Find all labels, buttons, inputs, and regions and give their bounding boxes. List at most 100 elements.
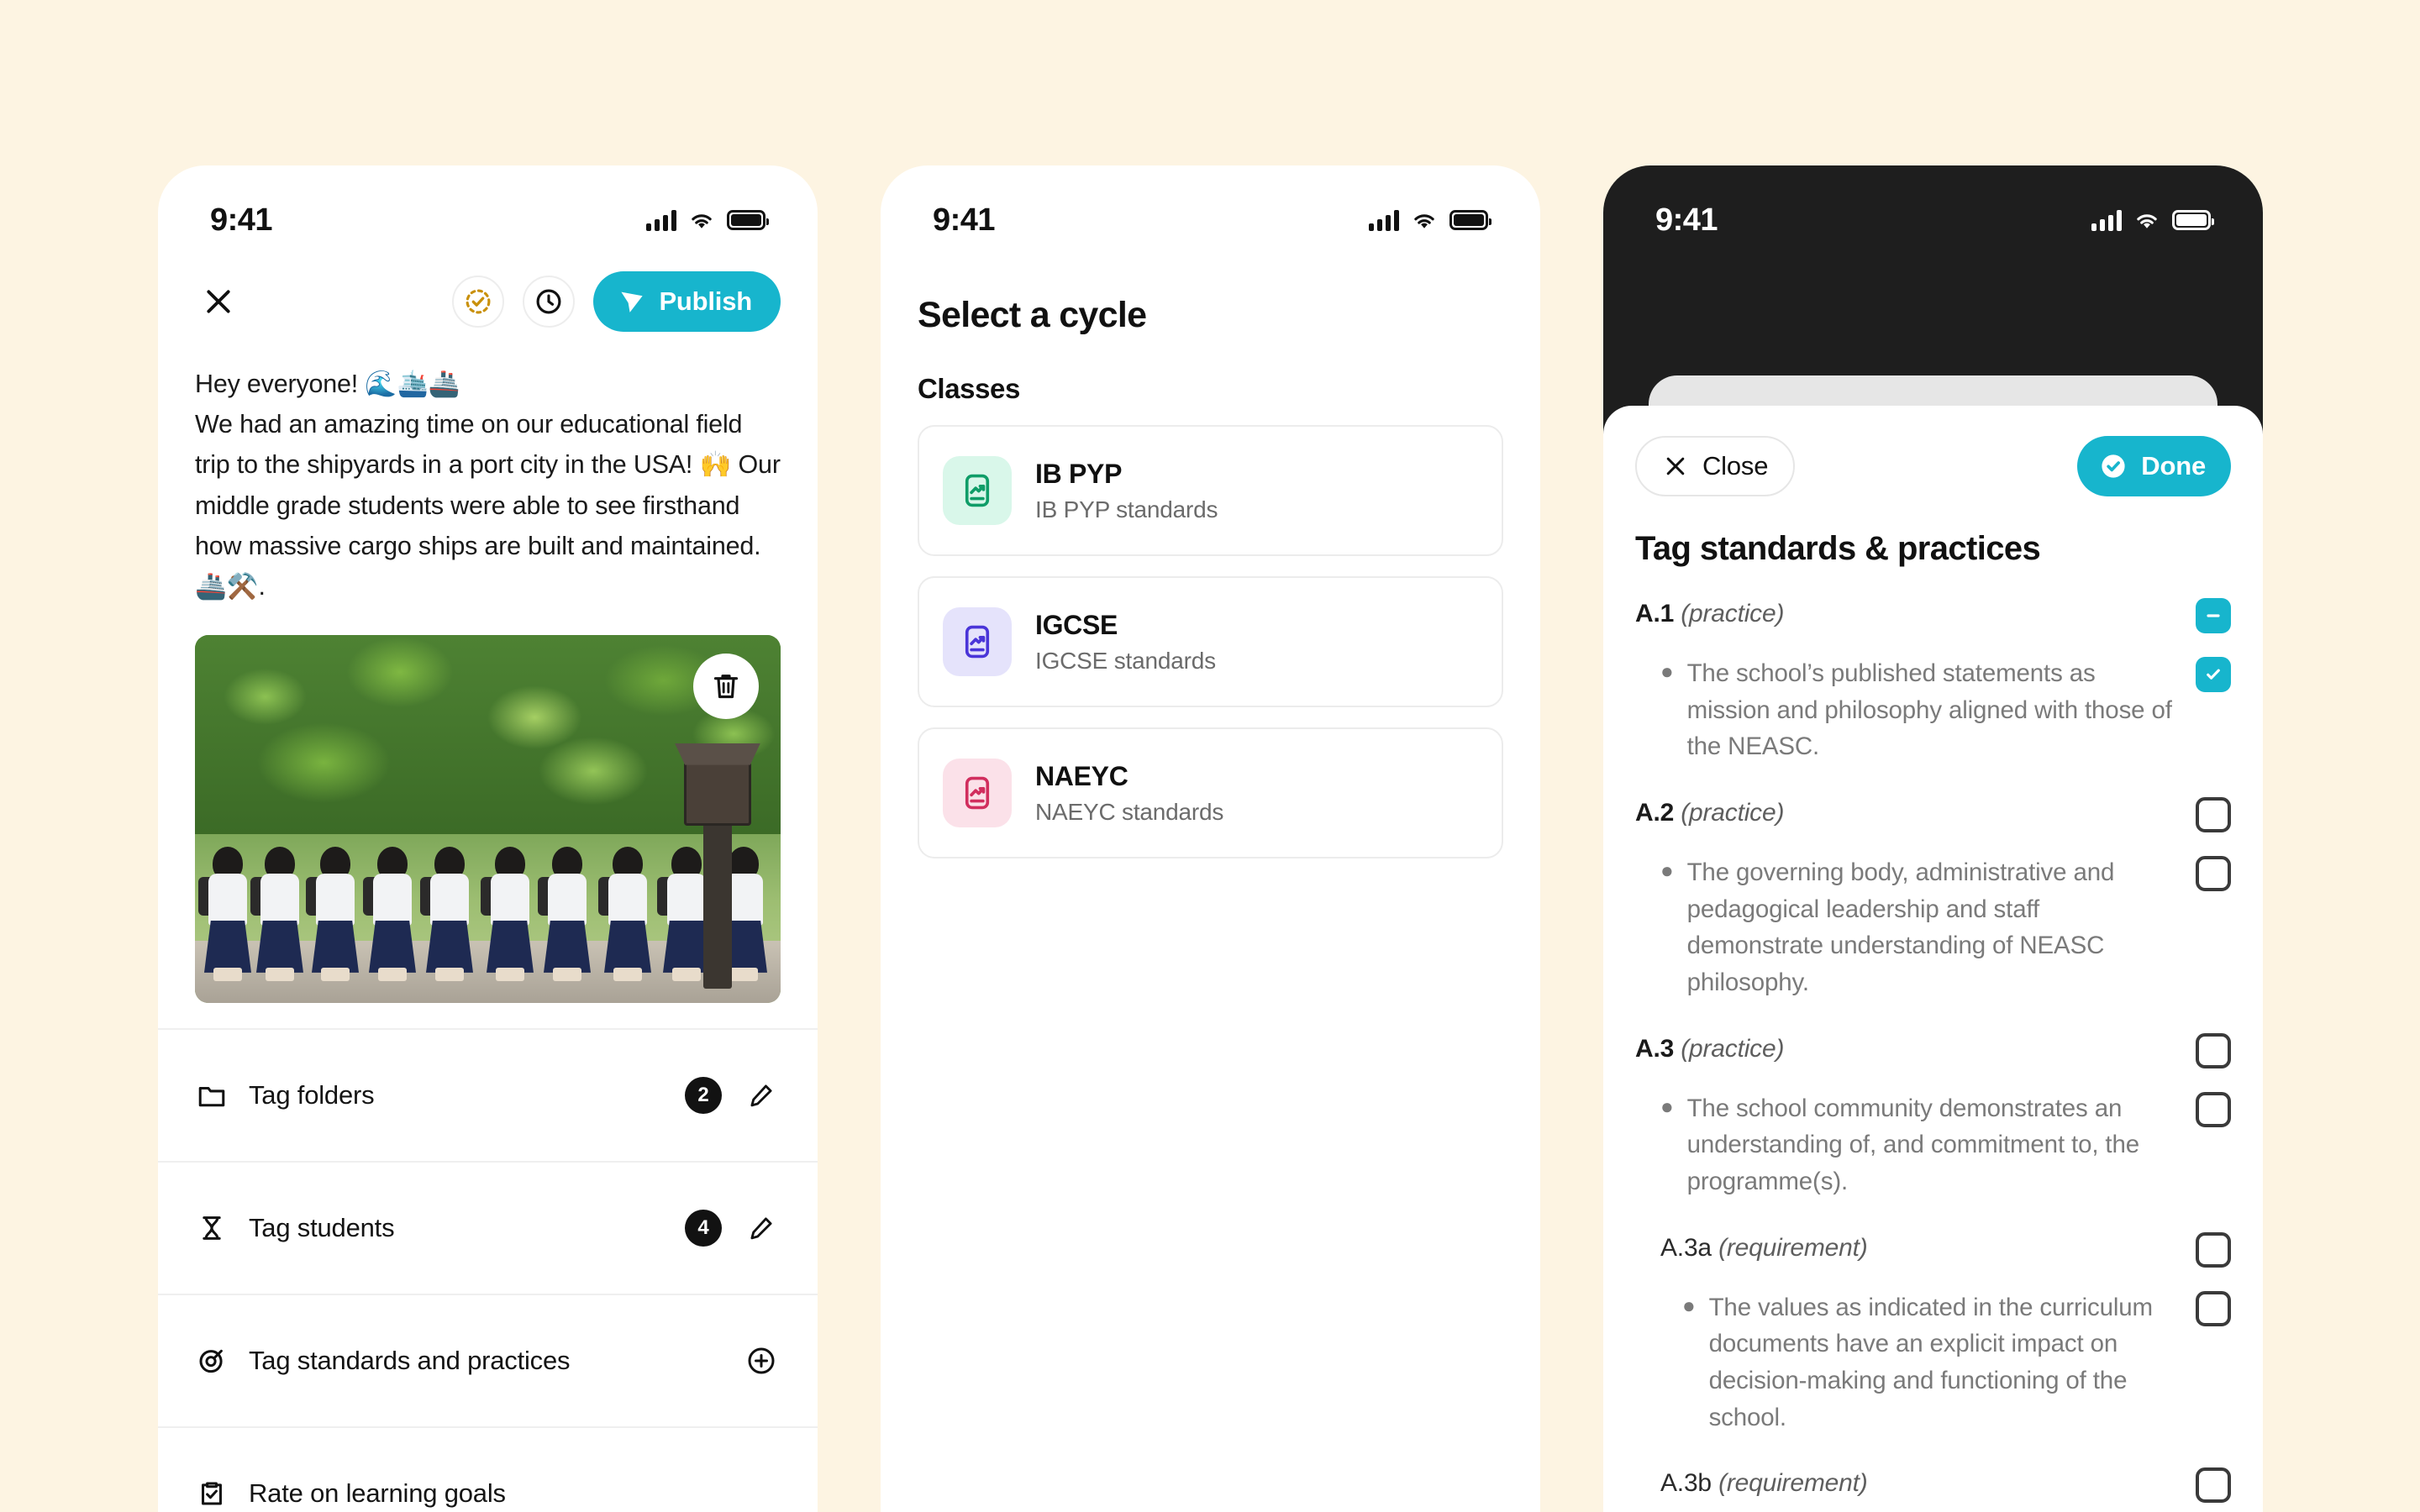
bullet-dot-icon: ● [1660,1093,1674,1119]
status-indicators [646,209,769,231]
standard-code-a2: A.2 (practice) [1635,795,2181,827]
standard-code-a3a: A.3a (requirement) [1660,1231,2181,1263]
done-button-label: Done [2141,451,2206,480]
phone-select-cycle: 9:41 Select a cycle Classes IB PYP IB PY… [881,165,1540,1512]
class-description: NAEYC standards [1035,798,1224,825]
post-photo[interactable] [195,635,781,1004]
checkbox-a3b[interactable] [2196,1467,2231,1504]
class-card-naeyc[interactable]: NAEYC NAEYC standards [918,727,1503,858]
standard-bullet-a1-1[interactable]: ● The school’s published statements as m… [1635,655,2231,765]
pencil-icon[interactable] [742,1080,781,1110]
standard-code: A.3 [1635,1034,1675,1063]
check-circle-icon [2102,454,2125,478]
publish-button[interactable]: Publish [593,271,781,332]
delete-photo-button[interactable] [693,654,759,720]
class-description: IB PYP standards [1035,496,1218,522]
status-bar: 9:41 [1603,165,2263,246]
status-bar: 9:41 [158,165,818,246]
standard-code-a3: A.3 (practice) [1635,1032,2181,1063]
phone-tag-standards-sheet: 9:41 Close Done Tag standards & practice… [1603,165,2263,1512]
checkbox-a1-1[interactable] [2196,657,2231,692]
row-tag-standards[interactable]: Tag standards and practices [158,1294,818,1426]
clock-icon[interactable] [523,276,576,328]
bullet-text-wrap: ● The governing body, administrative and… [1660,854,2181,1001]
checkbox-a3a-1[interactable] [2196,1290,2231,1326]
bullet-dot-icon: ● [1682,1292,1696,1318]
row-label: Tag students [249,1213,395,1243]
class-card-igcse[interactable]: IGCSE IGCSE standards [918,576,1503,707]
status-time: 9:41 [1655,202,1718,238]
cellular-bars-icon [2091,209,2122,231]
close-icon [1666,457,1685,475]
phone-post-composer: 9:41 Publish Hey everyone! 🌊🛳️🚢 We had a… [158,165,818,1512]
standard-code: A.1 [1635,600,1675,627]
bullet-text: The school’s published statements as mis… [1686,659,2172,761]
row-tag-folders[interactable]: Tag folders 2 [158,1028,818,1161]
bullet-text-wrap: ● The school community demonstrates an u… [1660,1090,2181,1200]
checkbox-a3-1[interactable] [2196,1091,2231,1127]
standard-bullet-a3a-1[interactable]: ● The values as indicated in the curricu… [1635,1289,2231,1436]
checkbox-a1[interactable] [2196,598,2231,633]
wifi-icon [1414,214,1434,228]
standards-list: A.1 (practice) ● The school’s published … [1635,596,2231,1512]
cellular-bars-icon [646,209,676,231]
status-indicators [2091,209,2214,231]
checkbox-a3[interactable] [2196,1032,2231,1068]
target-icon [195,1345,229,1377]
pencil-icon[interactable] [742,1213,781,1243]
class-description: IGCSE standards [1035,647,1216,674]
folders-count-badge: 2 [685,1077,722,1115]
standard-head-a3[interactable]: A.3 (practice) [1635,1032,2231,1068]
status-time: 9:41 [210,202,273,238]
plus-circle-icon[interactable] [742,1344,781,1378]
close-icon[interactable] [195,278,242,325]
post-text[interactable]: Hey everyone! 🌊🛳️🚢 We had an amazing tim… [158,347,818,606]
standard-code: A.3a [1660,1233,1712,1262]
standard-bullet-a2-1[interactable]: ● The governing body, administrative and… [1635,854,2231,1001]
standard-head-a3a[interactable]: A.3a (requirement) [1635,1231,2231,1268]
standard-type: (practice) [1681,600,1785,627]
standard-code: A.2 [1635,798,1675,827]
bottom-sheet: Close Done Tag standards & practices A.1 [1603,406,2263,1512]
folder-icon [195,1079,229,1111]
standard-head-a3b[interactable]: A.3b (requirement) [1635,1466,2231,1504]
report-trend-icon [943,456,1012,525]
composer-actions: Publish [452,271,781,332]
minus-icon [2207,614,2220,617]
screenshot-canvas: 9:41 Publish Hey everyone! 🌊🛳️🚢 We had a… [0,0,2420,1512]
done-button[interactable]: Done [2077,436,2231,496]
standard-code: A.3b [1660,1469,1712,1498]
row-label: Tag standards and practices [249,1346,571,1376]
row-label: Rate on learning goals [249,1478,506,1509]
bullet-text-wrap: ● The values as indicated in the curricu… [1682,1289,2181,1436]
clipboard-check-icon [195,1478,229,1509]
checkbox-a2-1[interactable] [2196,855,2231,891]
row-rate-learning-goals[interactable]: Rate on learning goals [158,1426,818,1512]
status-bar: 9:41 [881,165,1540,246]
standard-head-a2[interactable]: A.2 (practice) [1635,795,2231,832]
class-name: NAEYC [1035,760,1128,791]
row-tag-students[interactable]: Tag students 4 [158,1161,818,1294]
standard-code-a1: A.1 (practice) [1635,596,2181,628]
close-button-label: Close [1702,451,1769,480]
status-indicators [1369,209,1491,231]
class-name: IB PYP [1035,458,1123,489]
close-button[interactable]: Close [1635,436,1796,496]
wifi-icon [692,214,712,228]
class-card-ib-pyp[interactable]: IB PYP IB PYP standards [918,425,1503,556]
sheet-title: Tag standards & practices [1635,530,2041,567]
bullet-text: The values as indicated in the curriculu… [1708,1293,2154,1431]
standard-bullet-a3-1[interactable]: ● The school community demonstrates an u… [1635,1090,2231,1200]
standard-type: (practice) [1681,798,1785,827]
dashed-check-circle-icon[interactable] [452,276,505,328]
page-title: Select a cycle [918,295,1147,335]
standard-code-a3b: A.3b (requirement) [1660,1466,2181,1498]
bullet-dot-icon: ● [1660,659,1674,684]
checkbox-a3a[interactable] [2196,1231,2231,1268]
trash-icon [713,675,739,699]
sheet-toolbar: Close Done [1635,406,2231,496]
standard-type: (requirement) [1718,1469,1868,1498]
bullet-dot-icon: ● [1660,857,1674,883]
checkbox-a2[interactable] [2196,796,2231,832]
standard-head-a1[interactable]: A.1 (practice) [1635,596,2231,633]
